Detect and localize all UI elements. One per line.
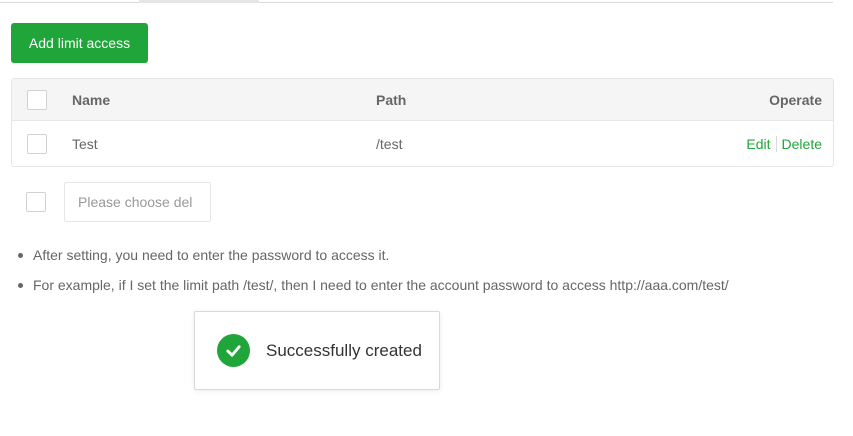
- tab-indicator[interactable]: [139, 0, 259, 3]
- tip-item: For example, if I set the limit path /te…: [18, 275, 729, 305]
- row-operate: Edit Delete: [746, 121, 822, 166]
- select-all-checkbox[interactable]: [27, 89, 47, 110]
- help-tips: After setting, you need to enter the pas…: [18, 245, 729, 305]
- delete-link[interactable]: Delete: [782, 136, 822, 152]
- row-name: Test: [72, 135, 98, 152]
- operate-divider: [775, 135, 777, 152]
- batch-select-checkbox[interactable]: [26, 192, 46, 212]
- success-toast: Successfully created: [194, 311, 440, 390]
- column-header-name: Name: [72, 91, 111, 108]
- tip-item: After setting, you need to enter the pas…: [18, 245, 729, 275]
- table-row: Test /test Edit Delete: [12, 121, 833, 166]
- table-header: Name Path Operate: [12, 79, 833, 121]
- edit-link[interactable]: Edit: [746, 136, 770, 152]
- tab-bar: [0, 0, 833, 3]
- column-header-path: Path: [376, 91, 407, 108]
- select-all-cell: [27, 79, 47, 120]
- row-path: /test: [376, 135, 403, 152]
- toast-message: Successfully created: [266, 340, 422, 360]
- row-select-cell: [27, 121, 47, 166]
- add-limit-access-button[interactable]: Add limit access: [11, 23, 148, 63]
- row-checkbox[interactable]: [27, 133, 47, 154]
- column-header-operate: Operate: [769, 91, 822, 108]
- limit-access-table: Name Path Operate Test /test Edit Delete: [11, 78, 834, 167]
- check-circle-icon: [217, 334, 250, 367]
- batch-operation-select[interactable]: Please choose del: [64, 182, 211, 222]
